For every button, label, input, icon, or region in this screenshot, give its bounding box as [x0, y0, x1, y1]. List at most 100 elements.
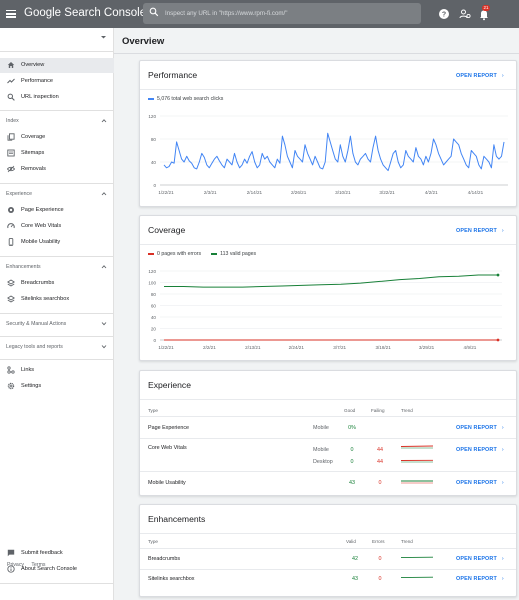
- open-report-button[interactable]: OPEN REPORT ›: [456, 576, 504, 582]
- row-divider: [140, 438, 516, 439]
- card-divider: [140, 244, 516, 245]
- sidebar-item-label: Sitelinks searchbox: [21, 296, 70, 302]
- url-inspection-search[interactable]: [143, 3, 421, 24]
- y-tick-label: 100: [148, 281, 156, 286]
- sidebar-item-settings[interactable]: Settings: [0, 379, 114, 394]
- legend-swatch: [148, 98, 154, 100]
- sidebar-item-sitemaps[interactable]: Sitemaps: [0, 146, 114, 161]
- section-title: Experience: [6, 191, 32, 197]
- open-report-button[interactable]: OPEN REPORT ›: [456, 73, 504, 79]
- open-report-label: OPEN REPORT: [456, 556, 497, 562]
- main-menu-icon[interactable]: [6, 8, 16, 20]
- row-valid: 42: [352, 556, 358, 562]
- sidebar-divider: [0, 183, 114, 184]
- row-type: Breadcrumbs: [148, 556, 181, 562]
- sidebar-item-overview[interactable]: Overview: [0, 58, 114, 73]
- x-tick-label: 3/7/21: [333, 345, 346, 350]
- search-icon: [7, 93, 15, 101]
- sidebar-item-breadcrumbs[interactable]: Breadcrumbs: [0, 276, 114, 291]
- x-tick-label: 2/2/21: [203, 345, 216, 350]
- column-header-good: Good: [344, 408, 356, 413]
- phone-icon: [8, 238, 14, 246]
- open-report-button[interactable]: OPEN REPORT ›: [456, 556, 504, 562]
- feedback-icon: [7, 549, 15, 557]
- open-report-button[interactable]: OPEN REPORT ›: [456, 480, 504, 486]
- coverage-chart: 0 20 40 60 80 100 120 1/22/21 2/2/21 2/13/21 2/24/…: [148, 269, 502, 350]
- open-report-button[interactable]: OPEN REPORT ›: [456, 228, 504, 234]
- help-icon[interactable]: ?: [437, 7, 451, 21]
- series-end-point: [496, 273, 500, 277]
- app-title: Google Search Console: [24, 7, 147, 19]
- section-title: Index: [6, 118, 19, 124]
- section-title: Legacy tools and reports: [6, 344, 63, 350]
- privacy-link[interactable]: Privacy: [7, 562, 24, 568]
- row-type: Core Web Vitals: [148, 445, 187, 451]
- sidebar-item-submit-feedback[interactable]: Submit feedback: [0, 546, 114, 561]
- svg-text:?: ?: [442, 11, 446, 18]
- sidebar-item-links[interactable]: Links: [0, 363, 114, 378]
- card-divider: [140, 533, 516, 534]
- chevron-right-icon: ›: [501, 73, 504, 79]
- sidebar-divider: [0, 256, 114, 257]
- performance-card: Performance OPEN REPORT › 5,076 total web…: [139, 60, 517, 207]
- sidebar-item-sitelinks-searchbox[interactable]: Sitelinks searchbox: [0, 292, 114, 307]
- open-report-button[interactable]: OPEN REPORT ›: [456, 447, 504, 453]
- row-good: 43: [349, 480, 355, 486]
- sidebar-item-label: Mobile Usability: [21, 239, 61, 245]
- chart-legend: 0 pages with errors 113 valid pages: [148, 251, 256, 257]
- y-tick-label: 120: [148, 114, 156, 119]
- x-tick-label: 3/22/21: [379, 190, 395, 195]
- x-tick-label: 1/22/21: [158, 345, 174, 350]
- terms-link[interactable]: Terms: [31, 562, 45, 568]
- chevron-down-icon: [101, 322, 107, 326]
- sidebar-section-legacy[interactable]: Legacy tools and reports: [0, 341, 114, 353]
- performance-chart: 0 40 80 120 1/22/21 2/3/21 2/14/21 2/26/21 3/10/…: [148, 114, 508, 195]
- trend-sparkline: [401, 445, 433, 449]
- enhancements-card: Enhancements Type Valid Errors Trend Bre…: [139, 504, 517, 597]
- eye-off-icon: [7, 165, 15, 173]
- links-icon: [7, 366, 15, 374]
- sidebar-section-index[interactable]: Index: [0, 115, 114, 127]
- sidebar-section-experience[interactable]: Experience: [0, 188, 114, 200]
- sidebar-divider: [0, 51, 114, 52]
- chevron-up-icon: [101, 119, 107, 123]
- legend-label: 113 valid pages: [220, 251, 257, 257]
- open-report-label: OPEN REPORT: [456, 447, 497, 453]
- row-device: Desktop: [313, 459, 333, 465]
- x-tick-label: 3/29/21: [419, 345, 435, 350]
- row-valid: 43: [352, 576, 358, 582]
- sidebar-item-page-experience[interactable]: Page Experience: [0, 203, 114, 218]
- sidebar-item-label: Removals: [21, 166, 46, 172]
- open-report-button[interactable]: OPEN REPORT ›: [456, 425, 504, 431]
- experience-icon: [8, 207, 14, 213]
- sidebar-section-enhancements[interactable]: Enhancements: [0, 261, 114, 273]
- property-dropdown-icon[interactable]: [100, 34, 107, 40]
- sidebar-item-core-web-vitals[interactable]: Core Web Vitals: [0, 219, 114, 234]
- sidebar-item-label: Performance: [21, 78, 54, 84]
- sidebar-item-url-inspection[interactable]: URL inspection: [0, 90, 114, 105]
- open-report-label: OPEN REPORT: [456, 480, 497, 486]
- row-errors: 0: [378, 556, 382, 562]
- search-input[interactable]: [165, 6, 415, 21]
- row-good: 0: [350, 459, 354, 465]
- sitemap-icon: [7, 149, 15, 157]
- y-tick-label: 80: [151, 292, 157, 297]
- sidebar-item-mobile-usability[interactable]: Mobile Usability: [0, 235, 114, 250]
- sidebar-item-label: Coverage: [21, 134, 46, 140]
- chevron-right-icon: ›: [501, 556, 504, 562]
- chevron-right-icon: ›: [501, 425, 504, 431]
- sidebar-item-label: Overview: [21, 62, 45, 68]
- sidebar-section-security[interactable]: Security & Manual Actions: [0, 318, 114, 330]
- sidebar-item-removals[interactable]: Removals: [0, 162, 114, 177]
- row-good: 0: [350, 447, 354, 453]
- card-title: Performance: [148, 70, 198, 80]
- sidebar-item-coverage[interactable]: Coverage: [0, 130, 114, 145]
- sidebar-item-performance[interactable]: Performance: [0, 74, 114, 89]
- trend-sparkline: [401, 576, 433, 579]
- card-title: Coverage: [148, 225, 186, 235]
- sidebar-item-label: Submit feedback: [21, 550, 63, 556]
- card-divider: [140, 399, 516, 400]
- users-settings-icon[interactable]: [458, 7, 472, 21]
- x-tick-label: 2/26/21: [291, 190, 307, 195]
- sidebar-divider: [0, 583, 114, 584]
